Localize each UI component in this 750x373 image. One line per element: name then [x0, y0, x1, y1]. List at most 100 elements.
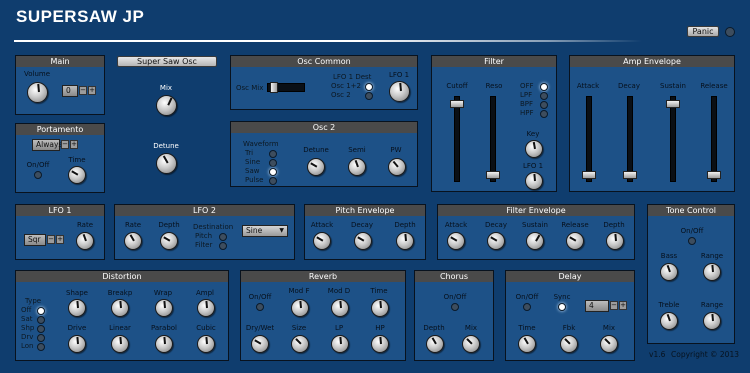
reverb-modd-knob[interactable]	[331, 299, 349, 317]
pitch-depth-knob[interactable]	[396, 232, 414, 250]
lfo1-rate-knob[interactable]	[76, 232, 94, 250]
reverb-lp-knob[interactable]	[331, 335, 349, 353]
dist-sat-led[interactable]	[37, 316, 45, 324]
dist-drive-knob[interactable]	[68, 335, 86, 353]
lfo1-shape-down[interactable]: −	[47, 235, 55, 244]
reverb-modf-knob[interactable]	[291, 299, 309, 317]
fenv-depth-knob[interactable]	[606, 232, 624, 250]
fenv-sustain-knob[interactable]	[526, 232, 544, 250]
reso-thumb[interactable]	[486, 171, 500, 179]
dist-cubic-knob[interactable]	[197, 335, 215, 353]
tone-onoff-led[interactable]	[688, 237, 696, 245]
chorus-mix-knob[interactable]	[462, 335, 480, 353]
wave-saw-led[interactable]	[269, 168, 277, 176]
delay-onoff-led[interactable]	[523, 303, 531, 311]
delay-sync-led[interactable]	[558, 303, 566, 311]
reverb-size-knob[interactable]	[291, 335, 309, 353]
dist-linear-knob[interactable]	[111, 335, 129, 353]
lfo2-dest-filter-led[interactable]	[219, 242, 227, 250]
filter-lpf-led[interactable]	[540, 92, 548, 100]
filter-bpf-led[interactable]	[540, 101, 548, 109]
dist-wrap-knob[interactable]	[155, 299, 173, 317]
octave-down-button[interactable]: −	[79, 86, 87, 95]
portamento-mode-down[interactable]: −	[61, 140, 69, 149]
amp-release-slider[interactable]	[707, 96, 721, 182]
lfo2-dest-pitch-led[interactable]	[219, 233, 227, 241]
fenv-release-knob[interactable]	[566, 232, 584, 250]
lfo2-shape-dropdown[interactable]: Sine ▼	[242, 225, 288, 237]
amp-sustain-thumb[interactable]	[666, 100, 680, 108]
dest-osc2-led[interactable]	[365, 92, 373, 100]
fenv-attack-knob[interactable]	[447, 232, 465, 250]
dist-shape-knob[interactable]	[68, 299, 86, 317]
reverb-hp-knob[interactable]	[371, 335, 389, 353]
bass-knob[interactable]	[660, 263, 678, 281]
osc-mix-knob[interactable]	[156, 95, 177, 116]
delay-fbk-knob[interactable]	[560, 335, 578, 353]
wave-sine-led[interactable]	[269, 159, 277, 167]
amp-attack-thumb[interactable]	[582, 171, 596, 179]
cutoff-thumb[interactable]	[450, 100, 464, 108]
delay-div-down[interactable]: −	[610, 301, 618, 310]
dist-drv-led[interactable]	[37, 334, 45, 342]
osc-common-lfo1-knob[interactable]	[389, 81, 410, 102]
lfo2-rate-knob[interactable]	[124, 232, 142, 250]
treble-knob[interactable]	[660, 312, 678, 330]
reverb-time-knob[interactable]	[371, 299, 389, 317]
reverb-drywet-knob[interactable]	[251, 335, 269, 353]
osc-mix-fader[interactable]	[267, 82, 305, 93]
portamento-onoff-led[interactable]	[34, 171, 42, 179]
portamento-time-knob[interactable]	[68, 166, 86, 184]
pitch-attack-knob[interactable]	[313, 232, 331, 250]
amp-release-thumb[interactable]	[707, 171, 721, 179]
filter-hpf-led[interactable]	[540, 110, 548, 118]
osc2-semi-knob[interactable]	[348, 158, 366, 176]
osc2-detune-knob[interactable]	[307, 158, 325, 176]
pitch-decay-knob[interactable]	[354, 232, 372, 250]
cutoff-slider[interactable]	[450, 96, 464, 182]
osc2-pw-knob[interactable]	[388, 158, 406, 176]
panic-button[interactable]: Panic	[687, 26, 719, 37]
reverb-onoff-led[interactable]	[256, 303, 264, 311]
delay-time-knob[interactable]	[518, 335, 536, 353]
portamento-mode-up[interactable]: +	[70, 140, 78, 149]
lfo1-shape-up[interactable]: +	[56, 235, 64, 244]
chorus-onoff-led[interactable]	[451, 303, 459, 311]
octave-up-button[interactable]: +	[88, 86, 96, 95]
amp-sustain-slider[interactable]	[666, 96, 680, 182]
wave-pulse-led[interactable]	[269, 177, 277, 185]
bass-range-knob[interactable]	[703, 263, 721, 281]
lfo1-title: LFO 1	[16, 205, 104, 216]
filter-lfo1-knob[interactable]	[525, 172, 543, 190]
lfo2-depth-knob[interactable]	[160, 232, 178, 250]
fenv-decay-knob[interactable]	[487, 232, 505, 250]
wave-tri-led[interactable]	[269, 150, 277, 158]
amp-attack-slider[interactable]	[582, 96, 596, 182]
octave-select[interactable]: 0	[62, 85, 78, 97]
dist-shp-led[interactable]	[37, 325, 45, 333]
reso-slider[interactable]	[486, 96, 500, 182]
dist-off-led[interactable]	[37, 307, 45, 315]
panic-led[interactable]	[725, 27, 735, 37]
delay-div-up[interactable]: +	[619, 301, 627, 310]
amp-decay-thumb[interactable]	[623, 171, 637, 179]
osc-detune-knob[interactable]	[156, 153, 177, 174]
dest-osc12-led[interactable]	[365, 83, 373, 91]
delay-mix-knob[interactable]	[600, 335, 618, 353]
filter-key-knob[interactable]	[525, 140, 543, 158]
amp-decay-slider[interactable]	[623, 96, 637, 182]
portamento-mode-select[interactable]: Always	[32, 139, 62, 151]
reverb-size-label: Size	[291, 324, 307, 332]
lfo1-shape-select[interactable]: Sqr	[24, 234, 46, 246]
dist-breakp-knob[interactable]	[111, 299, 129, 317]
dist-ampl-knob[interactable]	[197, 299, 215, 317]
delay-div-select[interactable]: 4	[585, 300, 609, 312]
volume-knob[interactable]	[27, 82, 48, 103]
filter-off-led[interactable]	[540, 83, 548, 91]
dist-lon-led[interactable]	[37, 343, 45, 351]
dist-parabol-knob[interactable]	[155, 335, 173, 353]
dist-parabol-label: Parabol	[150, 324, 178, 332]
treble-range-knob[interactable]	[703, 312, 721, 330]
chorus-depth-knob[interactable]	[426, 335, 444, 353]
osc-mix-fader-thumb[interactable]	[270, 82, 278, 93]
